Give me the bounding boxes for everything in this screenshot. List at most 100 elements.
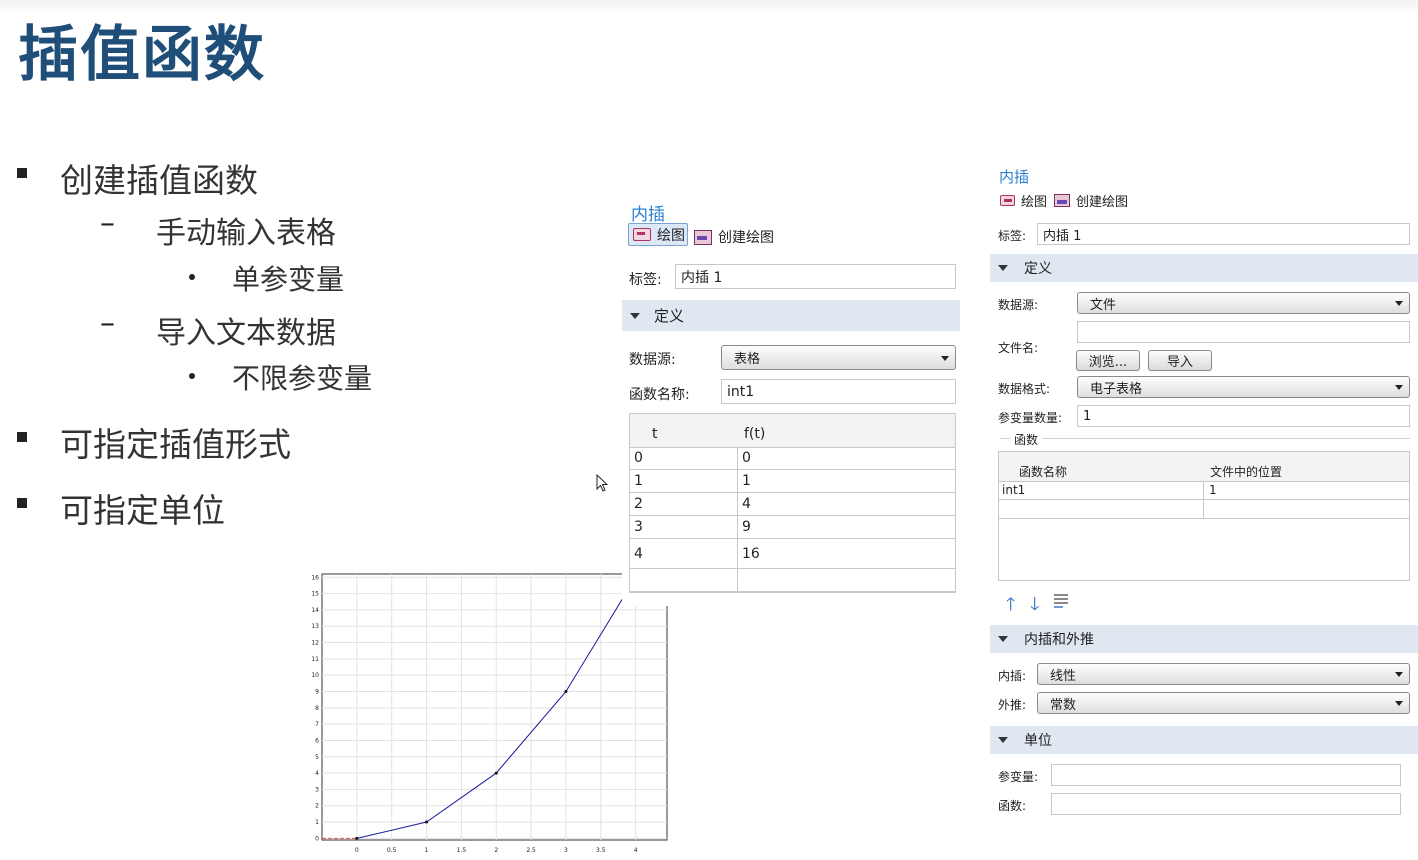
func-unit-input[interactable]	[1051, 793, 1401, 815]
section-interp-extrap[interactable]: 内插和外推	[990, 625, 1418, 653]
section-definition[interactable]: 定义	[990, 254, 1418, 282]
table-row	[630, 569, 955, 592]
bullet-import-text: 导入文本数据	[156, 316, 336, 351]
y-tick-label: 5	[315, 754, 319, 761]
args-unit-input[interactable]	[1051, 764, 1401, 786]
interp-value: 线性	[1050, 668, 1077, 684]
extrap-select[interactable]: 常数	[1037, 692, 1410, 714]
table-cell-ft[interactable]: 1	[742, 470, 751, 492]
table-cell-t[interactable]: 4	[634, 539, 643, 568]
data-point	[564, 689, 568, 693]
plot-button-label: 绘图	[657, 227, 685, 244]
bullet-units: 可指定单位	[60, 491, 225, 530]
label-caption: 标签:	[998, 229, 1027, 243]
table-cell-t[interactable]: 2	[634, 493, 643, 515]
y-tick-label: 1	[315, 819, 319, 826]
dash-icon: –	[100, 306, 115, 341]
y-tick-label: 2	[315, 803, 319, 810]
label-input[interactable]: 内插 1	[675, 264, 956, 289]
collapse-triangle-icon	[998, 265, 1008, 271]
filename-input[interactable]	[1077, 321, 1410, 343]
arg-count-caption: 参变量数量:	[998, 411, 1063, 425]
bullet-interp-form: 可指定插值形式	[60, 425, 291, 464]
y-tick-label: 14	[311, 607, 319, 614]
column-divider	[737, 539, 738, 568]
table-cell-ft[interactable]: 16	[742, 539, 760, 568]
table-row: int1 1	[999, 481, 1409, 500]
move-down-icon[interactable]: 🡓	[1030, 592, 1039, 622]
x-tick-label: 1.5	[457, 847, 467, 854]
table-cell-t[interactable]: 1	[634, 470, 643, 492]
column-header-position: 文件中的位置	[1210, 465, 1283, 479]
filename-caption: 文件名:	[998, 341, 1039, 355]
y-tick-label: 0	[315, 835, 319, 842]
data-source-select[interactable]: 文件	[1077, 292, 1410, 314]
dash-icon: –	[100, 206, 115, 241]
table-header: 函数名称 文件中的位置	[999, 452, 1409, 482]
column-divider	[737, 516, 738, 538]
plot-button[interactable]: 绘图	[1000, 191, 1047, 210]
table-row: 00	[630, 447, 955, 470]
section-definition-label: 定义	[1024, 261, 1052, 277]
y-tick-label: 11	[311, 656, 319, 663]
create-plot-icon	[1054, 194, 1070, 207]
clear-table-icon[interactable]	[1054, 594, 1068, 608]
bullet-square-icon	[17, 168, 27, 178]
import-button[interactable]: 导入	[1148, 350, 1212, 371]
interp-select[interactable]: 线性	[1037, 663, 1410, 685]
table-cell-ft[interactable]: 0	[742, 447, 751, 469]
function-name-caption: 函数名称:	[629, 387, 690, 403]
y-tick-label: 13	[311, 623, 319, 630]
table-cell-name[interactable]: int1	[1002, 481, 1025, 499]
plot-icon	[1000, 195, 1015, 206]
interp-caption: 内插:	[998, 669, 1027, 683]
create-plot-label: 创建绘图	[718, 230, 774, 246]
function-name-input[interactable]: int1	[721, 379, 956, 404]
table-cell-ft[interactable]: 9	[742, 516, 751, 538]
create-plot-button[interactable]: 创建绘图	[1054, 191, 1128, 210]
column-divider	[737, 493, 738, 515]
bullet-create: 创建插值函数	[60, 161, 258, 200]
extrap-value: 常数	[1050, 697, 1077, 713]
browse-button[interactable]: 浏览...	[1076, 350, 1140, 371]
func-unit-caption: 函数:	[998, 799, 1027, 813]
label-input[interactable]: 内插 1	[1037, 223, 1410, 245]
x-tick-label: 3.5	[596, 847, 606, 854]
y-tick-label: 15	[311, 591, 319, 598]
data-source-value: 文件	[1090, 297, 1117, 313]
y-tick-label: 16	[311, 574, 319, 581]
bullet-dot-icon	[189, 274, 195, 280]
bullet-unlimited-args: 不限参变量	[232, 362, 373, 395]
plot-area	[321, 573, 668, 841]
y-tick-label: 3	[315, 786, 319, 793]
y-tick-label: 7	[315, 721, 319, 728]
data-point	[355, 836, 359, 840]
args-unit-caption: 参变量:	[998, 770, 1039, 784]
data-source-caption: 数据源:	[629, 352, 676, 368]
x-tick-label: 2	[494, 847, 498, 854]
table-cell-t[interactable]: 0	[634, 447, 643, 469]
section-definition[interactable]: 定义	[622, 300, 960, 331]
section-interp-extrap-label: 内插和外推	[1024, 632, 1094, 648]
x-tick-label: 0.5	[387, 847, 397, 854]
y-tick-label: 8	[315, 705, 319, 712]
plot-button[interactable]: 绘图	[628, 223, 688, 246]
section-units[interactable]: 单位	[990, 726, 1418, 754]
data-format-select[interactable]: 电子表格	[1077, 376, 1410, 398]
data-source-select[interactable]: 表格	[721, 345, 956, 370]
bullet-square-icon	[17, 498, 27, 508]
table-row: 24	[630, 493, 955, 516]
dropdown-arrow-icon	[941, 355, 949, 361]
table-cell-ft[interactable]: 4	[742, 493, 751, 515]
table-cell-position[interactable]: 1	[1209, 481, 1217, 499]
create-plot-button[interactable]: 创建绘图	[694, 227, 774, 247]
table-row: 4 16	[630, 539, 955, 569]
arg-count-input[interactable]: 1	[1077, 405, 1410, 427]
y-tick-label: 12	[311, 640, 319, 647]
table-cell-t[interactable]: 3	[634, 516, 643, 538]
data-format-caption: 数据格式:	[998, 382, 1051, 396]
move-up-icon[interactable]: 🡑	[1006, 592, 1015, 622]
bullet-single-arg: 单参变量	[232, 263, 345, 296]
slide-title: 插值函数	[18, 20, 266, 90]
data-source-caption: 数据源:	[998, 298, 1039, 312]
